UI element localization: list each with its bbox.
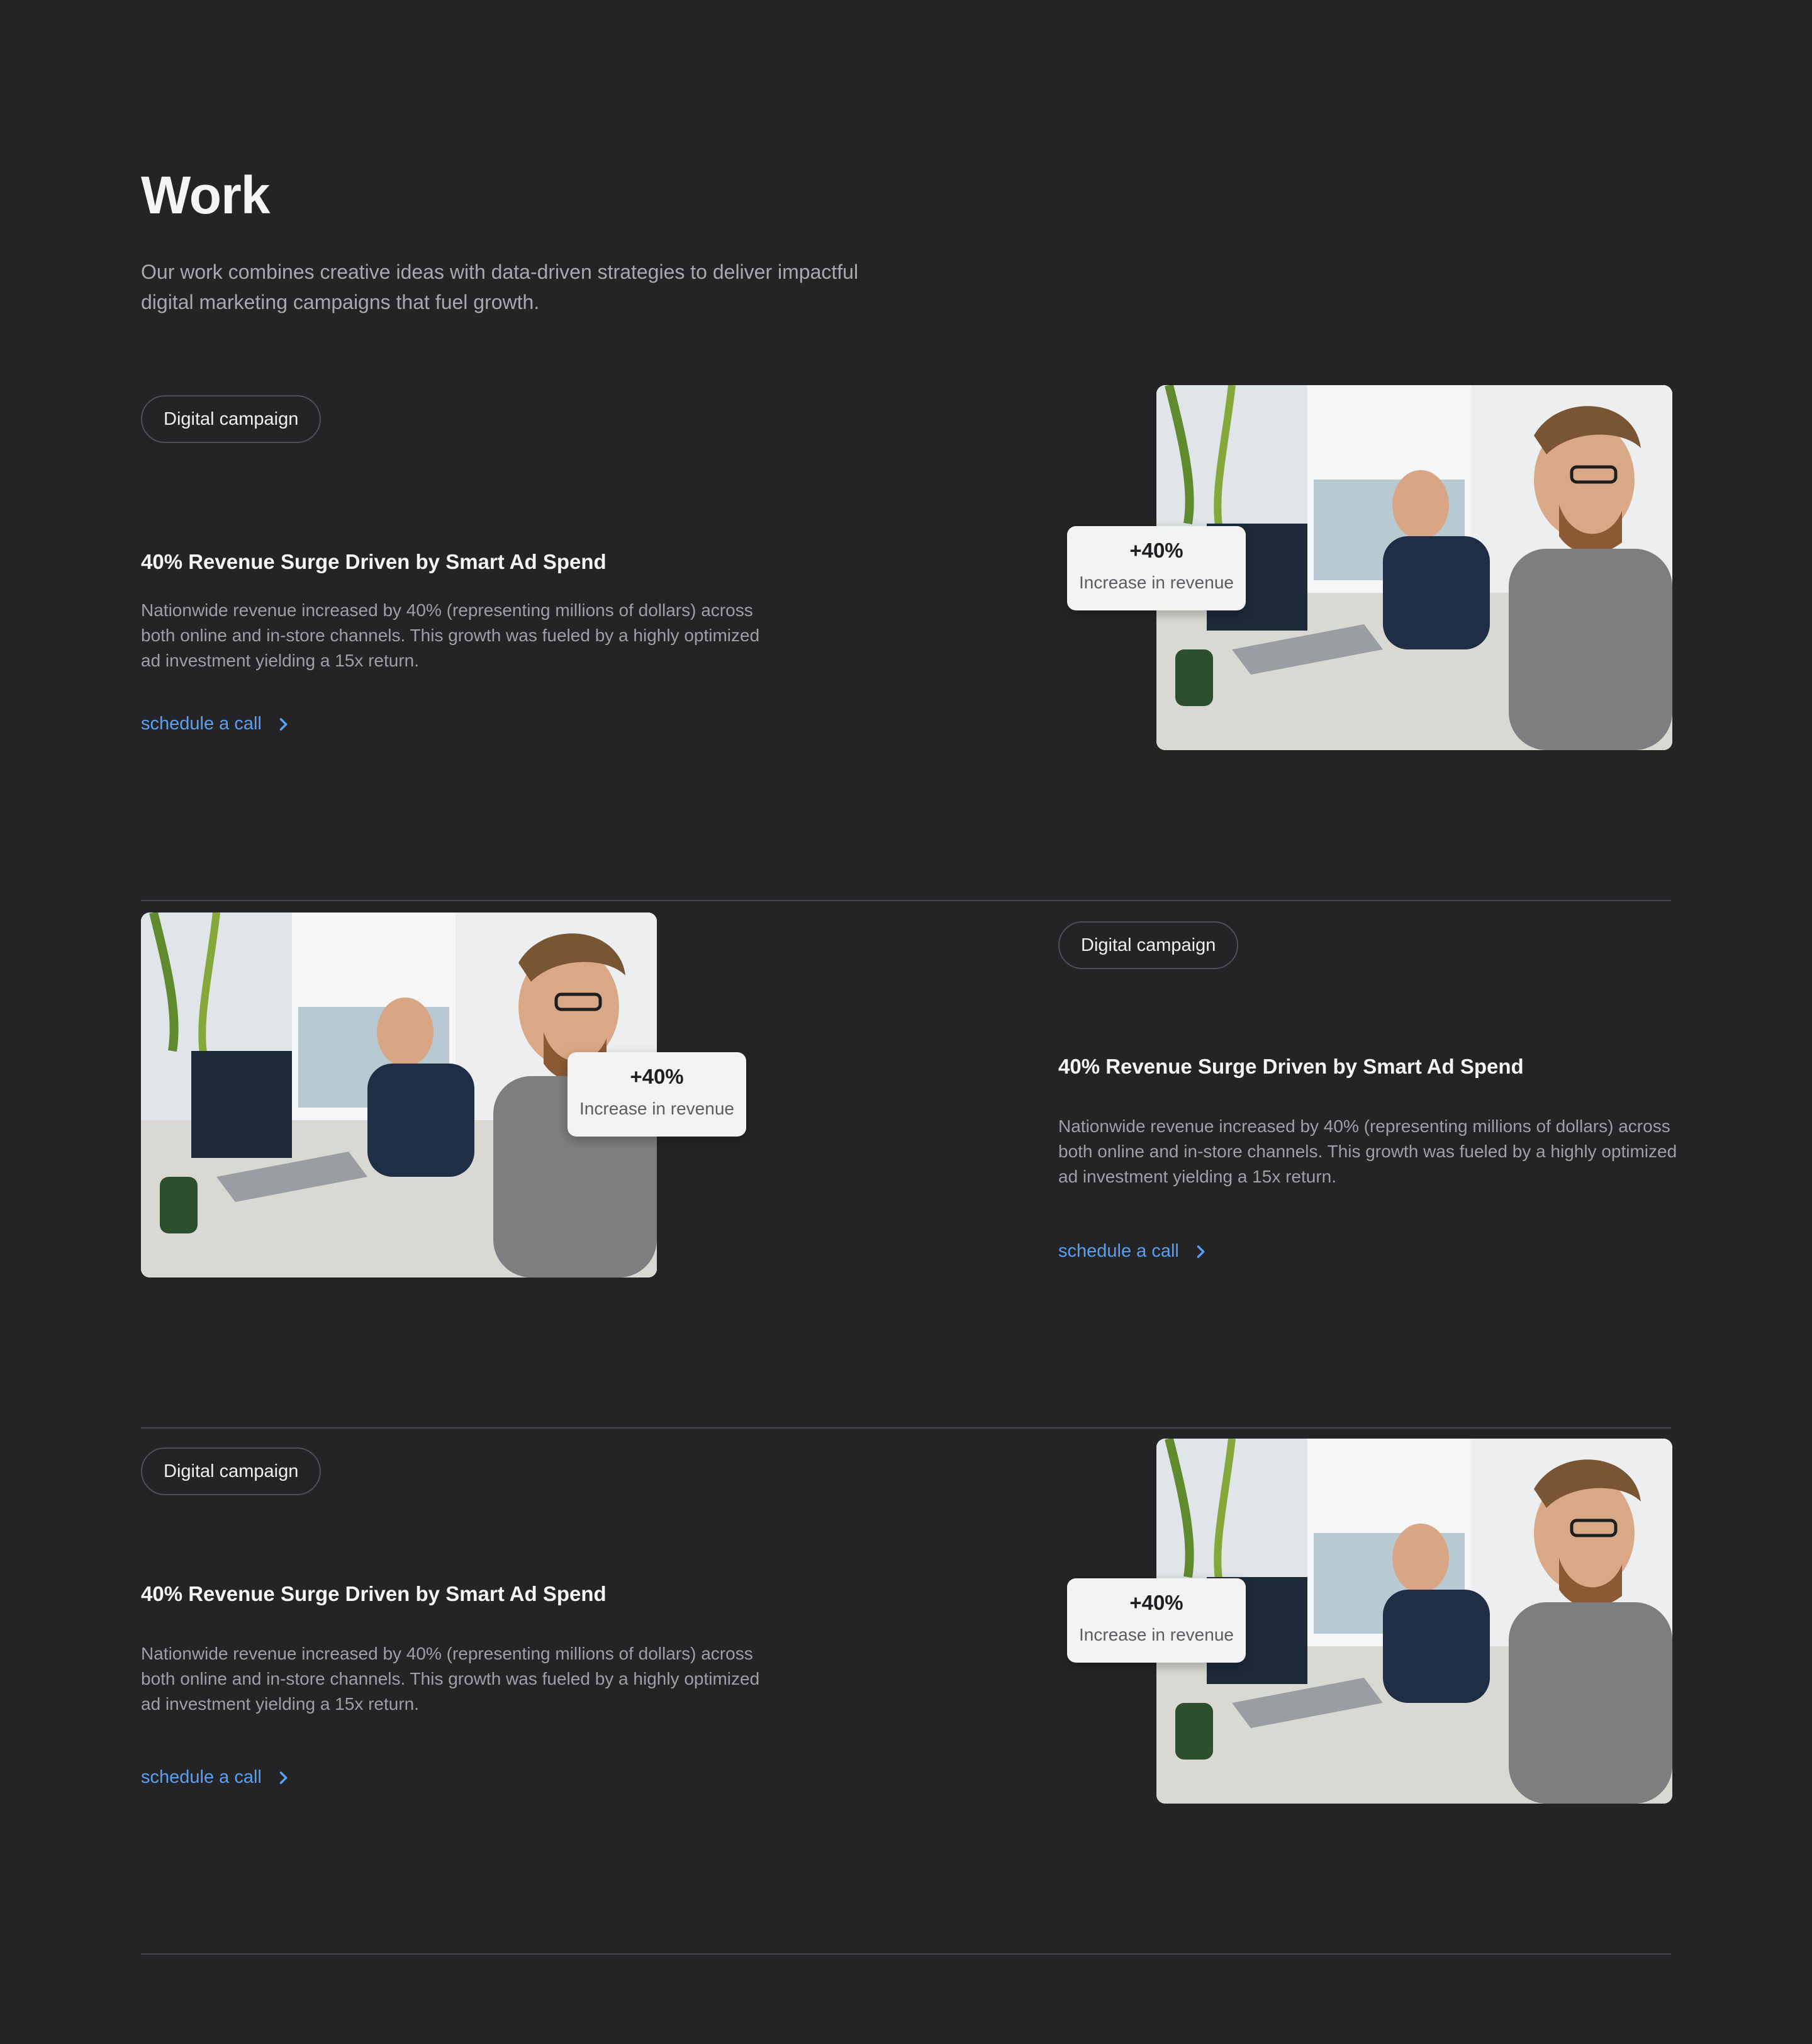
stat-label: Increase in revenue [1079, 573, 1234, 592]
work-header: Work Our work combines creative ideas wi… [141, 157, 864, 317]
stat-value: +40% [630, 1065, 684, 1088]
cta-label: schedule a call [141, 1767, 262, 1787]
chevron-right-icon [1197, 1245, 1205, 1258]
work-page: Work Our work combines creative ideas wi… [0, 0, 1812, 2044]
case-title: 40% Revenue Surge Driven by Smart Ad Spe… [141, 550, 607, 573]
stat-value: +40% [1129, 539, 1183, 562]
case-description: Nationwide revenue increased by 40% (rep… [1058, 1116, 1677, 1186]
stat-card: +40% Increase in revenue [568, 1052, 746, 1137]
chevron-right-icon [279, 717, 288, 731]
schedule-call-link[interactable]: schedule a call [141, 1767, 292, 1788]
schedule-call-link[interactable]: schedule a call [1058, 1241, 1209, 1262]
case-description: Nationwide revenue increased by 40% (rep… [141, 1644, 760, 1714]
section-divider [141, 1953, 1671, 1955]
tag-pill[interactable]: Digital campaign [1058, 921, 1239, 969]
case-study-1: Digital campaign 40% Revenue Surge Drive… [141, 374, 1672, 901]
tag-pill[interactable]: Digital campaign [141, 395, 322, 443]
stat-value: +40% [1129, 1591, 1183, 1614]
chevron-right-icon [279, 1771, 288, 1784]
schedule-call-link[interactable]: schedule a call [141, 714, 292, 734]
stat-card: +40% Increase in revenue [1067, 526, 1246, 610]
page-title: Work [141, 166, 270, 225]
case-text-2: Digital campaign [1058, 921, 1239, 969]
case-text-1: Digital campaign [141, 395, 770, 443]
page-subtitle: Our work combines creative ideas with da… [141, 261, 859, 313]
cta-label: schedule a call [141, 714, 262, 734]
stat-label: Increase in revenue [579, 1099, 734, 1118]
case-study-3: Digital campaign 40% Revenue Surge Drive… [141, 1427, 1672, 1955]
case-text-3: Digital campaign [141, 1447, 770, 1495]
stat-label: Increase in revenue [1079, 1625, 1234, 1644]
tag-pill[interactable]: Digital campaign [141, 1447, 322, 1495]
stat-card: +40% Increase in revenue [1067, 1578, 1246, 1663]
case-title: 40% Revenue Surge Driven by Smart Ad Spe… [1058, 1055, 1524, 1078]
case-study-2: +40% Increase in revenue Digital campaig… [141, 901, 1677, 1429]
case-description: Nationwide revenue increased by 40% (rep… [141, 600, 760, 670]
case-title: 40% Revenue Surge Driven by Smart Ad Spe… [141, 1582, 607, 1605]
cta-label: schedule a call [1058, 1241, 1179, 1261]
